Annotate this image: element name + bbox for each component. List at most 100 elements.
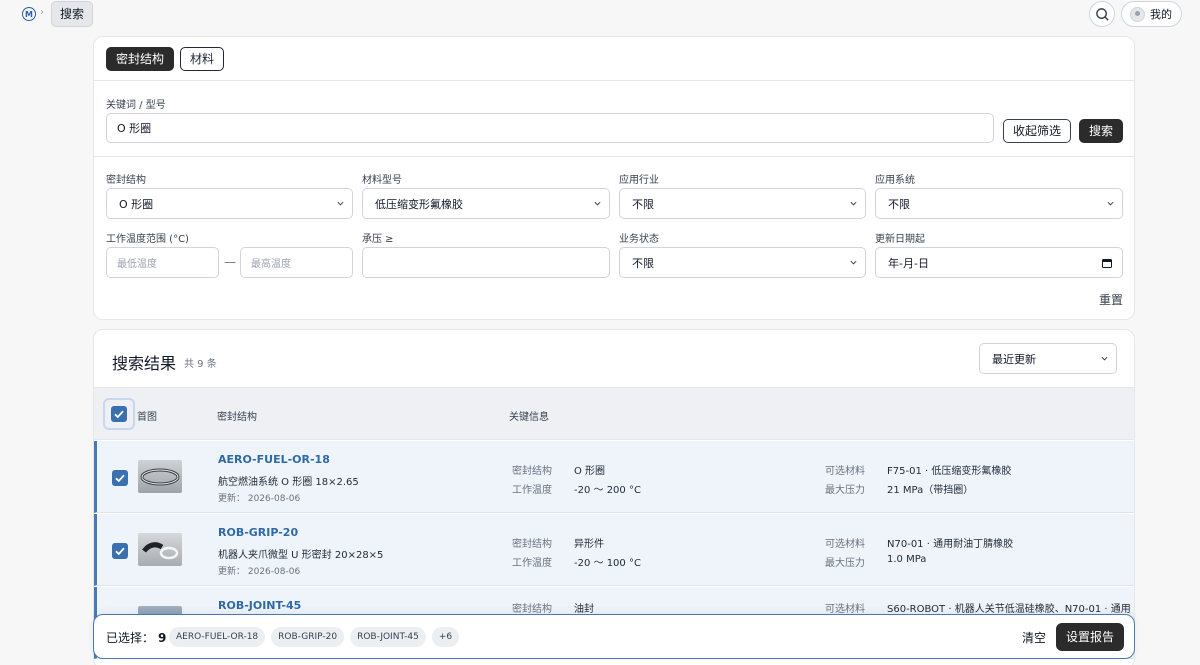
- checkbox: [111, 406, 127, 422]
- divider: [94, 156, 1134, 157]
- table-row[interactable]: AERO-FUEL-OR-18 航空燃油系统 O 形圈 18×2.65 更新： …: [94, 441, 1134, 513]
- user-menu-button[interactable]: 我的: [1121, 1, 1182, 27]
- info-value: 21 MPa（带挡圈）: [887, 485, 974, 496]
- app-logo-icon[interactable]: M: [22, 7, 36, 21]
- business-status-value: 不限: [632, 256, 654, 270]
- product-description: 机器人夹爪微型 U 形密封 20×28×5: [218, 550, 384, 561]
- search-button[interactable]: 搜索: [1079, 119, 1124, 143]
- industry-select[interactable]: 不限: [619, 188, 866, 219]
- temp-range-label: 工作温度范围 (°C): [106, 234, 189, 245]
- avatar: [1130, 6, 1145, 22]
- clear-selection-button[interactable]: 清空: [1022, 629, 1046, 646]
- seal-structure-value: O 形圈: [119, 197, 154, 211]
- material-model-label: 材料型号: [362, 175, 402, 186]
- keyword-label: 关键词 / 型号: [106, 100, 166, 111]
- table-row[interactable]: ROB-GRIP-20 机器人夹爪微型 U 形密封 20×28×5 更新： 20…: [94, 514, 1134, 586]
- top-bar: M › 搜索 我的: [0, 0, 1200, 30]
- user-menu-label: 我的: [1150, 8, 1172, 21]
- column-header-key-info: 关键信息: [509, 412, 549, 423]
- info-key: 工作温度: [512, 485, 552, 496]
- updated-from-date-input[interactable]: 年-月-日: [875, 247, 1123, 278]
- keyword-input[interactable]: O 形圈: [106, 113, 994, 143]
- calendar-icon[interactable]: [1102, 258, 1112, 268]
- max-temp-input[interactable]: 最高温度: [240, 247, 353, 278]
- check-icon: [115, 474, 125, 483]
- info-key: 密封结构: [512, 604, 552, 615]
- material-model-select[interactable]: 低压缩变形氟橡胶: [362, 188, 610, 219]
- info-key: 密封结构: [512, 539, 552, 550]
- info-key: 最大压力: [825, 558, 865, 569]
- search-icon: [1095, 7, 1109, 21]
- collapse-filters-button[interactable]: 收起筛选: [1003, 119, 1072, 143]
- product-sku-link[interactable]: ROB-JOINT-45: [218, 599, 301, 612]
- selected-chip[interactable]: ROB-GRIP-20: [271, 627, 345, 647]
- tab-material[interactable]: 材料: [180, 47, 225, 71]
- check-icon: [115, 547, 125, 556]
- product-description: 航空燃油系统 O 形圈 18×2.65: [218, 477, 359, 488]
- category-tabs: 密封结构 材料: [106, 47, 225, 71]
- min-temp-input[interactable]: 最低温度: [106, 247, 219, 278]
- o-ring-image: [140, 468, 180, 486]
- sort-value: 最近更新: [992, 352, 1036, 366]
- check-icon: [114, 410, 124, 419]
- selection-label: 已选择： 9: [106, 629, 166, 646]
- tab-seal-structure[interactable]: 密封结构: [106, 47, 175, 71]
- industry-label: 应用行业: [619, 175, 659, 186]
- info-key: 可选材料: [825, 604, 865, 615]
- info-value: 异形件: [574, 539, 604, 550]
- info-key: 工作温度: [512, 558, 552, 569]
- product-updated: 更新： 2026-08-06: [218, 567, 301, 577]
- sort-select[interactable]: 最近更新: [979, 343, 1117, 374]
- info-value: S60-ROBOT · 机器人关节低温硅橡胶、N70-01 · 通用: [887, 604, 1131, 615]
- updated-from-label: 更新日期起: [875, 234, 925, 245]
- info-key: 可选材料: [825, 539, 865, 550]
- selection-label-text: 已选择：: [106, 631, 155, 645]
- product-updated: 更新： 2026-08-06: [218, 494, 301, 504]
- info-key: 密封结构: [512, 466, 552, 477]
- info-key: 最大压力: [825, 485, 865, 496]
- updated-from-value: 年-月-日: [888, 256, 929, 270]
- selection-count: 9: [158, 631, 167, 645]
- row-checkbox[interactable]: [112, 543, 128, 559]
- selection-bar: 已选择： 9 AERO-FUEL-OR-18 ROB-GRIP-20 ROB-JO…: [93, 614, 1135, 659]
- info-value: 1.0 MPa: [887, 554, 927, 565]
- filter-panel: 密封结构 材料 关键词 / 型号 O 形圈 收起筛选 搜索 密封结构 O 形圈 …: [93, 36, 1135, 320]
- selected-chip[interactable]: AERO-FUEL-OR-18: [169, 627, 266, 647]
- seal-structure-label: 密封结构: [106, 175, 146, 186]
- global-search-button[interactable]: [1089, 1, 1115, 27]
- info-value: F75-01 · 低压缩变形氟橡胶: [887, 466, 1012, 477]
- material-model-value: 低压缩变形氟橡胶: [375, 197, 463, 211]
- product-sku-link[interactable]: AERO-FUEL-OR-18: [218, 453, 330, 466]
- set-report-button[interactable]: 设置报告: [1056, 623, 1125, 651]
- info-value: 油封: [574, 604, 594, 615]
- selected-chip[interactable]: ROB-JOINT-45: [350, 627, 426, 647]
- breadcrumb-current[interactable]: 搜索: [51, 1, 94, 27]
- business-status-label: 业务状态: [619, 234, 659, 245]
- product-sku-link[interactable]: ROB-GRIP-20: [218, 526, 298, 539]
- results-title: 搜索结果: [112, 354, 177, 373]
- system-label: 应用系统: [875, 175, 915, 186]
- chevron-down-icon: [337, 201, 344, 206]
- system-value: 不限: [888, 197, 910, 211]
- select-all-checkbox[interactable]: [103, 398, 135, 430]
- u-seal-image: [142, 542, 179, 560]
- pressure-input[interactable]: [362, 247, 610, 278]
- product-thumbnail: [138, 533, 182, 566]
- chevron-down-icon: [1101, 356, 1108, 361]
- info-value: -20 ～ 200 °C: [574, 485, 641, 496]
- system-select[interactable]: 不限: [875, 188, 1123, 219]
- row-checkbox[interactable]: [112, 470, 128, 486]
- business-status-select[interactable]: 不限: [619, 247, 866, 278]
- range-dash: —: [224, 255, 236, 269]
- info-key: 可选材料: [825, 466, 865, 477]
- seal-structure-select[interactable]: O 形圈: [106, 188, 353, 219]
- chevron-down-icon: [1107, 201, 1114, 206]
- industry-value: 不限: [632, 197, 654, 211]
- product-thumbnail: [138, 460, 182, 493]
- info-value: -20 ～ 100 °C: [574, 558, 641, 569]
- more-selected-chip[interactable]: +6: [431, 627, 460, 647]
- reset-filters-link[interactable]: 重置: [1099, 291, 1123, 308]
- results-count: 共 9 条: [184, 359, 217, 370]
- column-header-image: 首图: [137, 412, 157, 423]
- pressure-label: 承压 ≥: [362, 234, 394, 245]
